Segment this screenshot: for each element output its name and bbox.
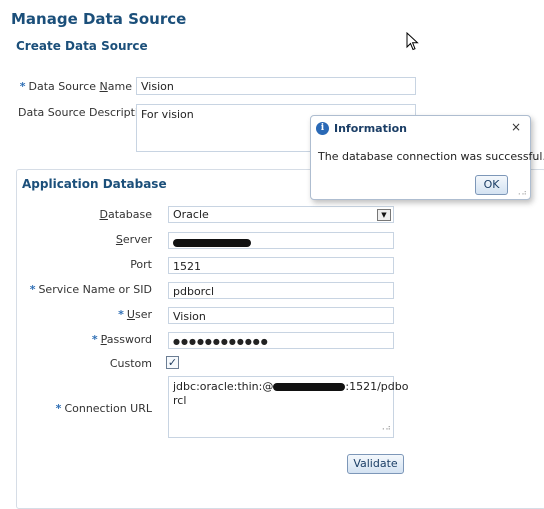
required-marker: * — [118, 308, 124, 321]
password-label: * Password — [91, 333, 152, 346]
data-source-description-label: Data Source Description — [18, 106, 152, 119]
server-input[interactable] — [168, 232, 394, 249]
page-title: Manage Data Source — [11, 10, 187, 28]
resize-grip-icon[interactable]: ⠠⠴ — [515, 188, 527, 197]
database-value: Oracle — [173, 208, 209, 221]
port-input[interactable]: 1521 — [168, 257, 394, 274]
application-database-title: Application Database — [22, 177, 167, 191]
connection-url-input[interactable]: jdbc:oracle:thin:@ :1521/pdbo rcl ⠠⠴ — [168, 376, 408, 438]
label-text: Connection URL — [64, 402, 152, 415]
required-marker: * — [55, 402, 62, 415]
service-name-input[interactable]: pdborcl — [168, 282, 394, 299]
user-label: * User — [118, 308, 152, 321]
label-text: Data Source — [28, 80, 100, 93]
redacted-server-scribble — [173, 239, 251, 247]
data-source-name-label: * Data Source Name — [20, 80, 132, 93]
resize-grip-icon[interactable]: ⠠⠴ — [379, 421, 391, 435]
required-marker: * — [19, 80, 26, 93]
custom-checkbox[interactable]: ✓ — [166, 356, 179, 369]
information-dialog: i Information × The database connection … — [310, 115, 544, 200]
url-prefix: jdbc:oracle:thin:@ — [173, 380, 274, 393]
mouse-cursor-icon — [406, 32, 419, 51]
required-marker: * — [29, 283, 36, 296]
required-marker: * — [91, 333, 98, 346]
server-label: Server — [115, 233, 152, 246]
dialog-title: Information — [334, 122, 407, 135]
database-label: Database — [99, 208, 152, 221]
user-input[interactable]: Vision — [168, 307, 394, 324]
data-source-name-input[interactable]: Vision — [136, 77, 416, 95]
service-name-label: * Service Name or SID — [30, 283, 152, 296]
dialog-message: The database connection was successful. — [318, 150, 544, 163]
database-select[interactable]: Oracle ▼ — [168, 206, 394, 223]
port-label: Port — [130, 258, 152, 271]
chevron-down-icon[interactable]: ▼ — [377, 209, 391, 221]
redacted-host-scribble — [273, 383, 346, 391]
validate-button[interactable]: Validate — [347, 454, 404, 474]
url-suffix: :1521/pdbo — [345, 380, 409, 393]
ok-button[interactable]: OK — [475, 175, 508, 195]
label-text: Service Name or SID — [38, 283, 152, 296]
url-line2: rcl — [173, 394, 187, 407]
password-input[interactable]: ●●●●●●●●●●●● — [168, 332, 394, 349]
custom-label: Custom — [109, 357, 152, 370]
close-icon[interactable]: × — [511, 120, 521, 134]
connection-url-label: * Connection URL — [56, 402, 152, 415]
description-text: For vision — [141, 108, 194, 121]
section-title: Create Data Source — [16, 39, 148, 53]
info-icon: i — [316, 122, 329, 135]
label-access-key: N — [99, 80, 108, 93]
label-text-rest: ame — [107, 80, 132, 93]
